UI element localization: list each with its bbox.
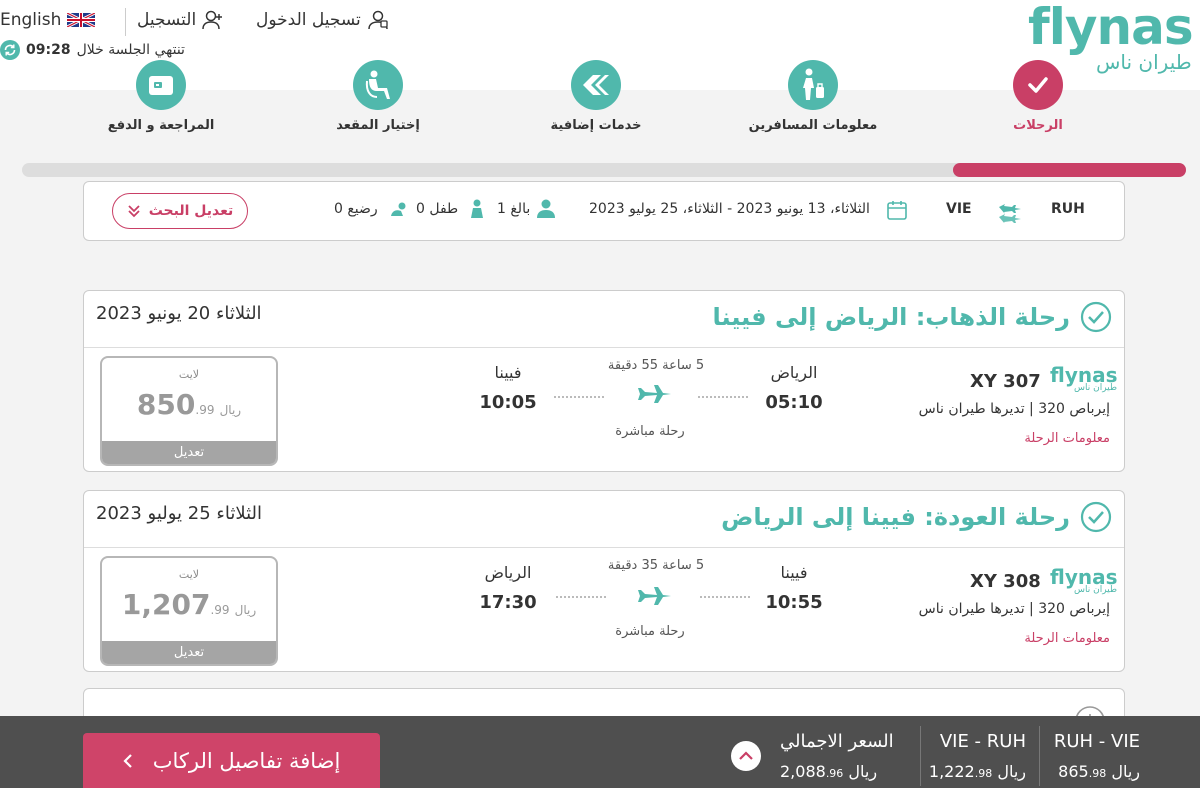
session-timer: 09:28 تنتهي الجلسة خلال: [0, 40, 185, 60]
return-date: الثلاثاء 25 يوليو 2023: [96, 503, 263, 524]
uk-flag-icon: [67, 13, 96, 27]
outbound-title: رحلة الذهاب: الرياض إلى فيينا: [713, 301, 1112, 333]
progress-bar: [22, 163, 1186, 177]
arrival-time: 10:05: [479, 392, 537, 413]
arrival-city: الرياض: [484, 563, 532, 582]
child-icon: [471, 199, 483, 218]
adults-count: 1 بالغ: [497, 201, 531, 217]
chevron-left-icon: [123, 753, 132, 768]
step-label: خدمات إضافية: [550, 118, 642, 133]
plane-icon: [638, 385, 671, 403]
departure-time: 10:55: [765, 592, 823, 613]
language-switch[interactable]: English: [0, 10, 96, 30]
progress-fill: [953, 163, 1186, 177]
register-link[interactable]: التسجيل: [137, 10, 224, 30]
extras-icon: [583, 75, 609, 95]
airline-logo-arabic: طيران ناس: [1074, 585, 1118, 595]
flight-number: XY 308: [970, 571, 1041, 592]
segment-price-vie-ruh: VIE - RUH ريال 1,222.98: [928, 731, 1026, 781]
search-summary: تعديل البحث 0 رضيع 0 طفل 1 بالغ الثلاثاء…: [83, 181, 1125, 241]
step-flights[interactable]: الرحلات: [958, 60, 1118, 133]
outbound-date: الثلاثاء 20 يونيو 2023: [96, 303, 262, 324]
register-label: التسجيل: [137, 10, 197, 30]
session-label: تنتهي الجلسة خلال: [76, 42, 185, 58]
step-label: إختيار المقعد: [336, 118, 420, 133]
airline-logo-arabic: طيران ناس: [1074, 383, 1118, 393]
return-flight-card: رحلة العودة: فيينا إلى الرياض الثلاثاء 2…: [83, 490, 1125, 672]
departure-city: الرياض: [770, 363, 818, 382]
calendar-icon: [887, 201, 907, 220]
language-label: English: [0, 10, 62, 30]
add-user-icon: [202, 10, 223, 30]
infant-icon: [391, 202, 406, 216]
step-seat-selection[interactable]: إختيار المقعد: [298, 60, 458, 133]
total-price: السعر الاجمالي ريال 2,088.96: [780, 731, 894, 781]
login-link[interactable]: تسجيل الدخول: [256, 10, 389, 30]
double-chevron-down-icon: [128, 205, 140, 218]
infants-count: 0 رضيع: [334, 201, 378, 217]
step-label: المراجعة و الدفع: [107, 118, 215, 133]
step-passenger-info[interactable]: معلومات المسافرين: [733, 60, 893, 133]
step-label: الرحلات: [1013, 118, 1063, 133]
session-time: 09:28: [26, 42, 71, 58]
fare-price: ريال 1,207.99: [121, 588, 257, 621]
arrival-time: 17:30: [479, 592, 537, 613]
flight-duration: 5 ساعة 55 دقيقة: [607, 358, 705, 373]
step-review-payment[interactable]: المراجعة و الدفع: [81, 60, 241, 133]
origin-code: RUH: [1051, 201, 1085, 217]
aircraft-info: إيرباص 320 | تديرها طيران ناس: [918, 401, 1110, 417]
nonstop-label: رحلة مباشرة: [615, 424, 685, 439]
departure-city: فيينا: [780, 563, 808, 582]
nonstop-label: رحلة مباشرة: [615, 624, 685, 639]
fare-price: ريال 850.99: [136, 388, 242, 421]
destination-code: VIE: [946, 201, 972, 217]
step-label: معلومات المسافرين: [748, 118, 878, 133]
segment-price-ruh-vie: RUH - VIE ريال 865.98: [1053, 731, 1140, 781]
adult-icon: [537, 199, 555, 218]
children-count: 0 طفل: [416, 201, 459, 217]
login-label: تسجيل الدخول: [256, 10, 361, 30]
step-extras[interactable]: خدمات إضافية: [516, 60, 676, 133]
flight-info-link[interactable]: معلومات الرحلة: [1024, 631, 1110, 646]
check-circle-icon: [1080, 301, 1112, 333]
aircraft-info: إيرباص 320 | تديرها طيران ناس: [918, 601, 1110, 617]
round-trip-plane-icon: [999, 204, 1021, 223]
check-circle-icon: [1080, 501, 1112, 533]
flight-number: XY 307: [970, 371, 1041, 392]
outbound-flight-card: رحلة الذهاب: الرياض إلى فيينا الثلاثاء 2…: [83, 290, 1125, 472]
flynas-logo[interactable]: flynas: [1028, 0, 1194, 56]
header-divider: [125, 8, 126, 36]
flight-duration: 5 ساعة 35 دقيقة: [607, 558, 705, 573]
fare-card-light[interactable]: لايت ريال 850.99 تعديل: [100, 356, 278, 466]
fare-edit-button[interactable]: تعديل: [102, 641, 276, 664]
wallet-icon: [149, 76, 173, 95]
check-icon: [1028, 77, 1048, 93]
travel-dates: الثلاثاء، 13 يونيو 2023 - الثلاثاء، 25 ي…: [589, 201, 870, 217]
plane-icon: [638, 587, 671, 605]
modify-search-label: تعديل البحث: [148, 203, 234, 219]
flight-info-link[interactable]: معلومات الرحلة: [1024, 431, 1110, 446]
traveler-luggage-icon: [803, 68, 824, 100]
modify-search-button[interactable]: تعديل البحث: [112, 193, 248, 229]
return-title: رحلة العودة: فيينا إلى الرياض: [721, 501, 1112, 533]
refresh-icon[interactable]: [0, 40, 20, 60]
user-icon: [368, 10, 388, 30]
seat-icon: [365, 70, 390, 99]
fare-card-light[interactable]: لايت ريال 1,207.99 تعديل: [100, 556, 278, 666]
add-passenger-details-button[interactable]: إضافة تفاصيل الركاب: [83, 733, 380, 788]
fare-edit-button[interactable]: تعديل: [102, 441, 276, 464]
fare-type: لايت: [178, 368, 200, 381]
expand-summary-button[interactable]: [731, 741, 761, 771]
departure-time: 05:10: [765, 392, 823, 413]
chevron-up-icon: [739, 751, 753, 760]
arrival-city: فيينا: [494, 363, 522, 382]
fare-type: لايت: [178, 568, 200, 581]
